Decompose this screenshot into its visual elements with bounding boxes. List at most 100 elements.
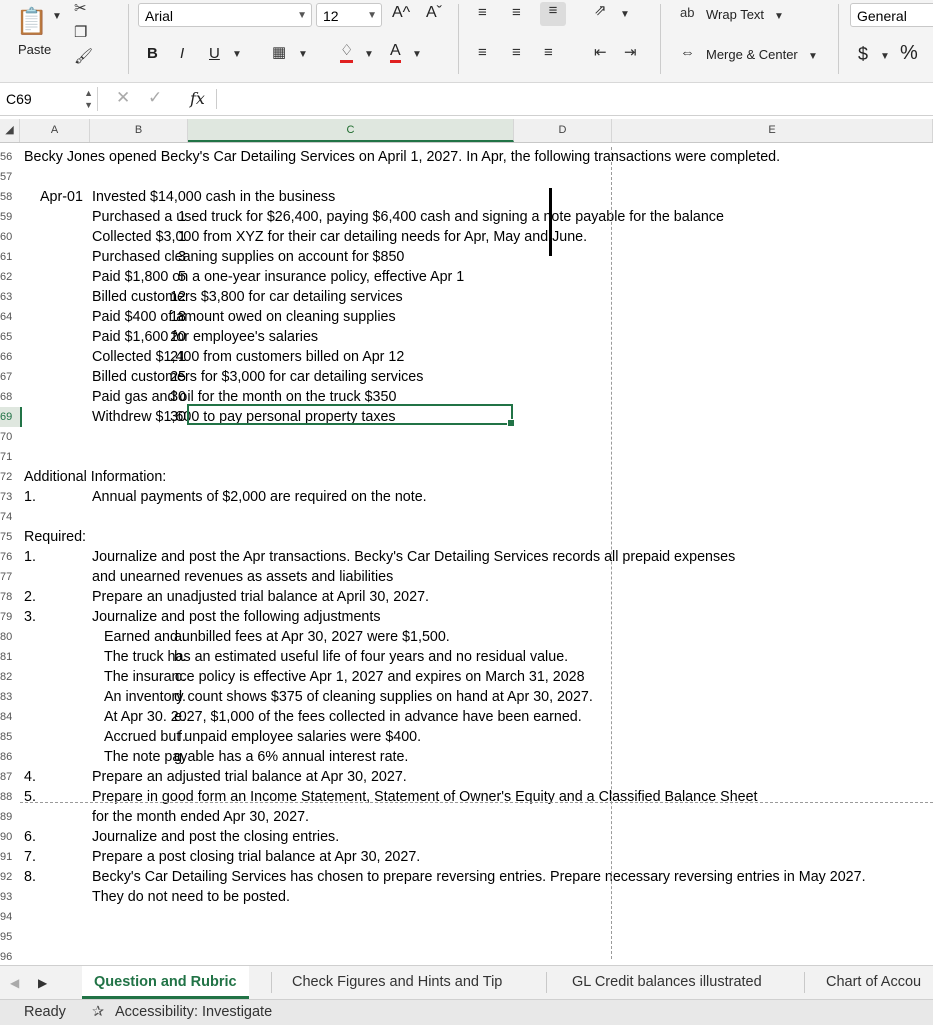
name-box[interactable]: C69 ▲ ▼ bbox=[0, 87, 98, 111]
cell-c[interactable]: for the month ended Apr 30, 2027. bbox=[92, 807, 309, 827]
column-header-a[interactable]: A bbox=[20, 119, 90, 142]
cell-c[interactable]: Purchased a used truck for $26,400, payi… bbox=[92, 207, 724, 227]
select-all-corner[interactable]: ◢ bbox=[0, 119, 20, 142]
currency-button[interactable]: $ bbox=[858, 44, 868, 65]
cell-c[interactable]: At Apr 30. 2027, $1,000 of the fees coll… bbox=[104, 707, 582, 727]
tab-question-and-rubric[interactable]: Question and Rubric bbox=[82, 966, 249, 999]
cell-c[interactable]: Annual payments of $2,000 are required o… bbox=[92, 487, 427, 507]
chevron-down-icon[interactable]: ▼ bbox=[412, 46, 422, 64]
row-header[interactable]: 87 bbox=[0, 767, 20, 787]
orientation-icon[interactable]: ⇗ bbox=[594, 2, 607, 20]
accessibility-icon[interactable]: ✰ bbox=[92, 1000, 104, 1025]
row-header[interactable]: 73 bbox=[0, 487, 20, 507]
cell-c[interactable]: Becky's Car Detailing Services has chose… bbox=[92, 867, 866, 887]
column-header-c[interactable]: C bbox=[188, 119, 514, 142]
scroll-left-icon[interactable]: ◀ bbox=[10, 974, 19, 992]
cell-c[interactable]: Paid $1,800 on a one-year insurance poli… bbox=[92, 267, 464, 287]
format-painter-icon[interactable]: 🖌 bbox=[74, 48, 93, 66]
cell-a[interactable]: 7. bbox=[24, 847, 36, 867]
chevron-down-icon[interactable]: ▼ bbox=[364, 46, 374, 64]
formula-input[interactable] bbox=[224, 90, 924, 108]
scroll-right-icon[interactable]: ▶ bbox=[38, 974, 47, 992]
cell-c[interactable]: Invested $14,000 cash in the business bbox=[92, 187, 335, 207]
chevron-down-icon[interactable]: ▼ bbox=[298, 46, 308, 64]
paste-button[interactable]: Paste bbox=[18, 42, 51, 57]
cell-b[interactable]: Apr-01 bbox=[40, 187, 83, 207]
column-header-d[interactable]: D bbox=[514, 119, 612, 142]
percent-button[interactable]: % bbox=[900, 42, 918, 65]
cell-a[interactable]: 6. bbox=[24, 827, 36, 847]
row-header[interactable]: 72 bbox=[0, 467, 20, 487]
row-header[interactable]: 82 bbox=[0, 667, 20, 687]
cell-a[interactable]: 3. bbox=[24, 607, 36, 627]
row-header[interactable]: 78 bbox=[0, 587, 20, 607]
cancel-icon[interactable]: ✕ bbox=[116, 89, 130, 107]
row-header[interactable]: 79 bbox=[0, 607, 20, 627]
row-header[interactable]: 61 bbox=[0, 247, 20, 267]
row-header[interactable]: 69 bbox=[0, 407, 22, 427]
cell-c[interactable]: Collected $1,400 from customers billed o… bbox=[92, 347, 404, 367]
row-header[interactable]: 58 bbox=[0, 187, 20, 207]
cell-a[interactable]: 2. bbox=[24, 587, 36, 607]
cell-c[interactable]: The note payable has a 6% annual interes… bbox=[104, 747, 408, 767]
bold-button[interactable]: B bbox=[147, 45, 158, 62]
cell-c[interactable]: Earned and unbilled fees at Apr 30, 2027… bbox=[104, 627, 450, 647]
row-header[interactable]: 75 bbox=[0, 527, 20, 547]
borders-icon[interactable]: ▦ bbox=[272, 44, 286, 62]
number-format-select[interactable]: General bbox=[850, 3, 933, 27]
cell-c[interactable]: Collected $3,000 from XYZ for their car … bbox=[92, 227, 587, 247]
copy-icon[interactable]: ❐ bbox=[74, 24, 87, 42]
row-header[interactable]: 68 bbox=[0, 387, 20, 407]
row-header[interactable]: 88 bbox=[0, 787, 20, 807]
row-header[interactable]: 64 bbox=[0, 307, 20, 327]
chevron-down-icon[interactable]: ▼ bbox=[52, 8, 62, 26]
font-color-button[interactable]: A bbox=[390, 42, 401, 63]
row-header[interactable]: 92 bbox=[0, 867, 20, 887]
row-header[interactable]: 70 bbox=[0, 427, 20, 447]
cell-c[interactable]: Journalize and post the Apr transactions… bbox=[92, 547, 735, 567]
cell-a[interactable]: 1. bbox=[24, 547, 36, 567]
cell-c[interactable]: Journalize and post the closing entries. bbox=[92, 827, 339, 847]
accessibility-status[interactable]: Accessibility: Investigate bbox=[115, 1000, 272, 1025]
cell-a[interactable]: 1. bbox=[24, 487, 36, 507]
cell-c[interactable]: The insurance policy is effective Apr 1,… bbox=[104, 667, 585, 687]
cell-c[interactable]: Accrued but unpaid employee salaries wer… bbox=[104, 727, 421, 747]
tab-gl-credit-balances[interactable]: GL Credit balances illustrated bbox=[560, 966, 774, 999]
cell-c[interactable]: Prepare an adjusted trial balance at Apr… bbox=[92, 767, 407, 787]
name-box-stepper-icon[interactable]: ▲ ▼ bbox=[84, 87, 93, 111]
align-right-icon[interactable]: ≡ bbox=[544, 44, 553, 62]
row-header[interactable]: 67 bbox=[0, 367, 20, 387]
increase-indent-icon[interactable]: ⇥ bbox=[624, 44, 637, 62]
column-header-e[interactable]: E bbox=[612, 119, 933, 142]
row-header[interactable]: 62 bbox=[0, 267, 20, 287]
merge-center-icon[interactable]: ⇔ bbox=[680, 44, 695, 62]
cell-c[interactable]: Billed customers $3,800 for car detailin… bbox=[92, 287, 403, 307]
cell-a[interactable]: Becky Jones opened Becky's Car Detailing… bbox=[24, 147, 780, 167]
row-header[interactable]: 66 bbox=[0, 347, 20, 367]
cell-c[interactable]: The truck has an estimated useful life o… bbox=[104, 647, 568, 667]
cell-c[interactable]: Purchased cleaning supplies on account f… bbox=[92, 247, 404, 267]
cut-icon[interactable]: ✂ bbox=[74, 0, 87, 18]
cell-a[interactable]: Required: bbox=[24, 527, 86, 547]
cell-c[interactable]: Paid $1,600 for employee's salaries bbox=[92, 327, 318, 347]
cell-c[interactable]: Prepare a post closing trial balance at … bbox=[92, 847, 420, 867]
cell-a[interactable]: Additional Information: bbox=[24, 467, 166, 487]
merge-center-button[interactable]: Merge & Center bbox=[706, 47, 798, 62]
cell-a[interactable]: 8. bbox=[24, 867, 36, 887]
cell-c[interactable]: Prepare in good form an Income Statement… bbox=[92, 787, 758, 807]
row-header[interactable]: 85 bbox=[0, 727, 20, 747]
row-header[interactable]: 77 bbox=[0, 567, 20, 587]
row-header[interactable]: 71 bbox=[0, 447, 20, 467]
row-header[interactable]: 74 bbox=[0, 507, 20, 527]
row-header[interactable]: 94 bbox=[0, 907, 20, 927]
cell-a[interactable]: 5. bbox=[24, 787, 36, 807]
cell-c[interactable]: Paid $400 of amount owed on cleaning sup… bbox=[92, 307, 396, 327]
italic-button[interactable]: I bbox=[180, 45, 184, 62]
shrink-font-button[interactable]: Aˇ bbox=[426, 4, 442, 22]
row-header[interactable]: 60 bbox=[0, 227, 20, 247]
row-header[interactable]: 63 bbox=[0, 287, 20, 307]
row-header[interactable]: 65 bbox=[0, 327, 20, 347]
tab-check-figures[interactable]: Check Figures and Hints and Tip bbox=[280, 966, 514, 999]
column-header-b[interactable]: B bbox=[90, 119, 188, 142]
row-header[interactable]: 76 bbox=[0, 547, 20, 567]
